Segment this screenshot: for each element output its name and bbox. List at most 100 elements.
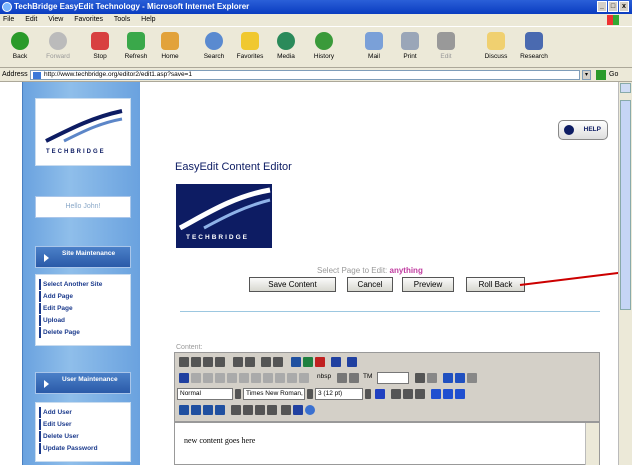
- paragraph-style-select[interactable]: Normal: [177, 388, 233, 400]
- user-maintenance-header[interactable]: User Maintenance: [35, 372, 131, 394]
- scrollbar-thumb[interactable]: [620, 100, 631, 310]
- form-icon[interactable]: [179, 373, 189, 383]
- justify-full-icon[interactable]: [267, 405, 277, 415]
- chevron-down-icon[interactable]: [307, 389, 313, 399]
- italic-icon[interactable]: [403, 389, 413, 399]
- checkbox-icon[interactable]: [191, 373, 201, 383]
- indent-icon[interactable]: [215, 405, 225, 415]
- font-color-icon[interactable]: [375, 389, 385, 399]
- textbox-icon[interactable]: [215, 373, 225, 383]
- horizontal-rule-icon[interactable]: [273, 357, 283, 367]
- nbsp-button[interactable]: nbsp: [315, 372, 337, 384]
- copy-icon[interactable]: [191, 357, 201, 367]
- anchor-icon[interactable]: [315, 357, 325, 367]
- bulleted-list-icon[interactable]: [191, 405, 201, 415]
- menu-view[interactable]: View: [48, 16, 63, 23]
- cell-icon[interactable]: [443, 373, 453, 383]
- source-icon[interactable]: [293, 405, 303, 415]
- copyright-icon[interactable]: [337, 373, 347, 383]
- home-button[interactable]: Home: [152, 30, 188, 60]
- stop-button[interactable]: Stop: [82, 30, 118, 60]
- bold-icon[interactable]: [391, 389, 401, 399]
- history-button[interactable]: History: [306, 30, 342, 60]
- align-right-icon[interactable]: [455, 389, 465, 399]
- trademark-button[interactable]: TM: [361, 372, 375, 384]
- table-icon[interactable]: [331, 357, 341, 367]
- table-insert-icon[interactable]: [415, 373, 425, 383]
- back-button[interactable]: Back: [2, 30, 38, 60]
- link-icon[interactable]: [291, 357, 301, 367]
- select-icon[interactable]: [239, 373, 249, 383]
- cancel-button[interactable]: Cancel: [347, 277, 393, 292]
- cut-icon[interactable]: [179, 357, 189, 367]
- image-icon[interactable]: [303, 357, 313, 367]
- menu-file[interactable]: File: [3, 16, 14, 23]
- undo-icon[interactable]: [233, 357, 243, 367]
- discuss-button[interactable]: Discuss: [478, 30, 514, 60]
- address-dropdown-button[interactable]: ▾: [582, 70, 591, 80]
- edit-button[interactable]: Edit: [428, 30, 464, 60]
- justify-left-icon[interactable]: [231, 405, 241, 415]
- edit-user-link[interactable]: Edit User: [39, 419, 127, 430]
- delete-page-link[interactable]: Delete Page: [39, 327, 127, 338]
- menu-tools[interactable]: Tools: [114, 16, 130, 23]
- media-button[interactable]: Media: [268, 30, 304, 60]
- radio-icon[interactable]: [203, 373, 213, 383]
- page-scrollbar[interactable]: [618, 82, 632, 465]
- update-password-link[interactable]: Update Password: [39, 443, 127, 454]
- help-button[interactable]: HELP: [558, 120, 608, 140]
- minimize-button[interactable]: _: [597, 1, 607, 12]
- paste-icon[interactable]: [203, 357, 213, 367]
- find-icon[interactable]: [215, 357, 225, 367]
- label-icon[interactable]: [287, 373, 297, 383]
- row-icon[interactable]: [427, 373, 437, 383]
- special-char-select[interactable]: [377, 372, 409, 384]
- underline-icon[interactable]: [415, 389, 425, 399]
- chevron-down-icon[interactable]: [365, 389, 371, 399]
- hidden-field-icon[interactable]: [263, 373, 273, 383]
- editor-scrollbar[interactable]: [585, 423, 599, 465]
- site-maintenance-header[interactable]: Site Maintenance: [35, 246, 131, 268]
- split-icon[interactable]: [467, 373, 477, 383]
- menu-favorites[interactable]: Favorites: [74, 16, 103, 23]
- favorites-button[interactable]: Favorites: [232, 30, 268, 60]
- align-left-icon[interactable]: [431, 389, 441, 399]
- button-icon[interactable]: [251, 373, 261, 383]
- redo-icon[interactable]: [245, 357, 255, 367]
- registered-icon[interactable]: [349, 373, 359, 383]
- justify-right-icon[interactable]: [255, 405, 265, 415]
- search-button[interactable]: Search: [196, 30, 232, 60]
- print-button[interactable]: Print: [392, 30, 428, 60]
- align-center-icon[interactable]: [443, 389, 453, 399]
- delete-user-link[interactable]: Delete User: [39, 431, 127, 442]
- chevron-down-icon[interactable]: [235, 389, 241, 399]
- select-another-site-link[interactable]: Select Another Site: [39, 279, 127, 290]
- remove-format-icon[interactable]: [281, 405, 291, 415]
- spellcheck-icon[interactable]: [261, 357, 271, 367]
- go-arrow-icon[interactable]: [596, 70, 606, 80]
- rollback-button[interactable]: Roll Back: [466, 277, 525, 292]
- save-disk-icon[interactable]: [347, 357, 357, 367]
- maximize-button[interactable]: □: [608, 1, 618, 12]
- menu-help[interactable]: Help: [141, 16, 155, 23]
- font-family-select[interactable]: Times New Roman,: [243, 388, 305, 400]
- add-page-link[interactable]: Add Page: [39, 291, 127, 302]
- numbered-list-icon[interactable]: [179, 405, 189, 415]
- font-size-select[interactable]: 3 (12 pt): [315, 388, 363, 400]
- image-button-icon[interactable]: [275, 373, 285, 383]
- go-button[interactable]: Go: [609, 68, 618, 82]
- upload-link[interactable]: Upload: [39, 315, 127, 326]
- mail-button[interactable]: Mail: [356, 30, 392, 60]
- merge-icon[interactable]: [455, 373, 465, 383]
- add-user-link[interactable]: Add User: [39, 407, 127, 418]
- save-content-button[interactable]: Save Content: [249, 277, 336, 292]
- refresh-button[interactable]: Refresh: [118, 30, 154, 60]
- preview-button[interactable]: Preview: [402, 277, 454, 292]
- address-input[interactable]: http://www.techbridge.org/editor2/edit1.…: [30, 70, 580, 80]
- fieldset-icon[interactable]: [299, 373, 309, 383]
- research-button[interactable]: Research: [516, 30, 552, 60]
- forward-button[interactable]: Forward: [40, 30, 76, 60]
- help-icon[interactable]: [305, 405, 315, 415]
- textarea-icon[interactable]: [227, 373, 237, 383]
- justify-center-icon[interactable]: [243, 405, 253, 415]
